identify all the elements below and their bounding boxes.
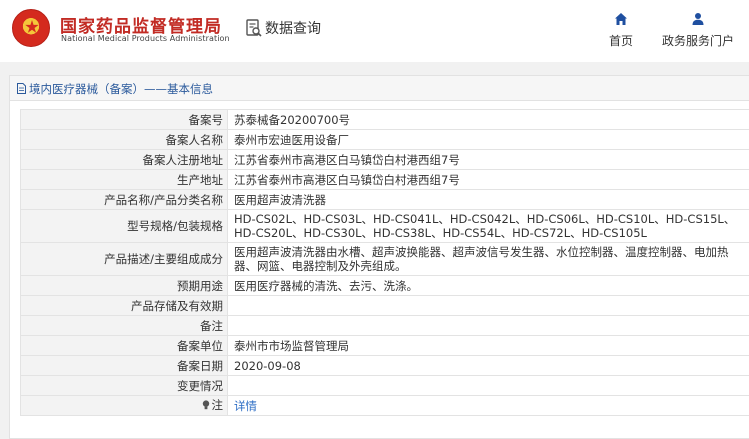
- table-row: 生产地址 江苏省泰州市高港区白马镇岱白村港西组7号: [20, 169, 749, 190]
- user-icon: [692, 13, 704, 25]
- field-value: 泰州市宏迪医用设备厂: [227, 129, 749, 150]
- field-label: 变更情况: [20, 375, 228, 396]
- table-row: 注 详情: [20, 395, 749, 416]
- table-row: 变更情况: [20, 375, 749, 396]
- lightbulb-icon: [202, 400, 209, 410]
- field-value: [227, 295, 749, 316]
- nav-home-link[interactable]: 首页: [604, 12, 638, 49]
- field-label: 备注: [20, 315, 228, 336]
- table-row: 备注: [20, 315, 749, 336]
- detail-panel: 境内医疗器械（备案）——基本信息 备案号 苏泰械备20200700号 备案人名称…: [9, 75, 749, 439]
- table-row: 备案人名称 泰州市宏迪医用设备厂: [20, 129, 749, 150]
- nav-service-label: 政务服务门户: [661, 34, 734, 48]
- home-icon: [615, 13, 627, 25]
- table-row: 备案号 苏泰械备20200700号: [20, 109, 749, 130]
- field-label: 产品存储及有效期: [20, 295, 228, 316]
- field-value: 江苏省泰州市高港区白马镇岱白村港西组7号: [227, 169, 749, 190]
- field-label: 注: [211, 398, 224, 412]
- breadcrumb: 境内医疗器械（备案）——基本信息: [29, 82, 213, 96]
- field-value: [227, 315, 749, 336]
- field-value: [227, 375, 749, 396]
- field-value: HD-CS02L、HD-CS03L、HD-CS041L、HD-CS042L、HD…: [227, 209, 749, 243]
- record-info-table: 备案号 苏泰械备20200700号 备案人名称 泰州市宏迪医用设备厂 备案人注册…: [20, 109, 749, 416]
- note-label-cell: 注: [20, 395, 228, 416]
- field-value: 泰州市市场监督管理局: [227, 335, 749, 356]
- site-header: 国家药品监督管理局 National Medical Products Admi…: [0, 0, 749, 62]
- table-row: 产品存储及有效期: [20, 295, 749, 316]
- document-icon: [17, 83, 26, 94]
- brand-name-en: National Medical Products Administration: [61, 34, 230, 43]
- field-label: 备案日期: [20, 355, 228, 376]
- field-value: 医用超声波清洗器由水槽、超声波换能器、超声波信号发生器、水位控制器、温度控制器、…: [227, 242, 749, 276]
- field-value: 医用医疗器械的清洗、去污、洗涤。: [227, 275, 749, 296]
- field-value: 江苏省泰州市高港区白马镇岱白村港西组7号: [227, 149, 749, 170]
- national-emblem-logo: [12, 9, 50, 47]
- field-label: 预期用途: [20, 275, 228, 296]
- details-link[interactable]: 详情: [234, 399, 257, 413]
- data-query-icon: [246, 19, 262, 37]
- field-label: 备案人注册地址: [20, 149, 228, 170]
- table-row: 备案日期 2020-09-08: [20, 355, 749, 376]
- table-row: 预期用途 医用医疗器械的清洗、去污、洗涤。: [20, 275, 749, 296]
- table-row: 备案人注册地址 江苏省泰州市高港区白马镇岱白村港西组7号: [20, 149, 749, 170]
- field-label: 备案人名称: [20, 129, 228, 150]
- field-label: 备案单位: [20, 335, 228, 356]
- field-label: 产品描述/主要组成成分: [20, 242, 228, 276]
- note-value-cell: 详情: [227, 395, 749, 416]
- table-row: 型号规格/包装规格 HD-CS02L、HD-CS03L、HD-CS041L、HD…: [20, 209, 749, 243]
- field-value: 2020-09-08: [227, 355, 749, 376]
- field-label: 产品名称/产品分类名称: [20, 189, 228, 210]
- field-label: 型号规格/包装规格: [20, 209, 228, 243]
- table-row: 产品描述/主要组成成分 医用超声波清洗器由水槽、超声波换能器、超声波信号发生器、…: [20, 242, 749, 276]
- field-label: 备案号: [20, 109, 228, 130]
- field-value: 苏泰械备20200700号: [227, 109, 749, 130]
- table-row: 备案单位 泰州市市场监督管理局: [20, 335, 749, 356]
- field-value: 医用超声波清洗器: [227, 189, 749, 210]
- field-label: 生产地址: [20, 169, 228, 190]
- table-row: 产品名称/产品分类名称 医用超声波清洗器: [20, 189, 749, 210]
- panel-header: 境内医疗器械（备案）——基本信息: [10, 76, 749, 101]
- nav-service-portal-link[interactable]: 政务服务门户: [656, 12, 740, 49]
- page-title: 数据查询: [265, 21, 321, 37]
- nav-home-label: 首页: [608, 34, 633, 48]
